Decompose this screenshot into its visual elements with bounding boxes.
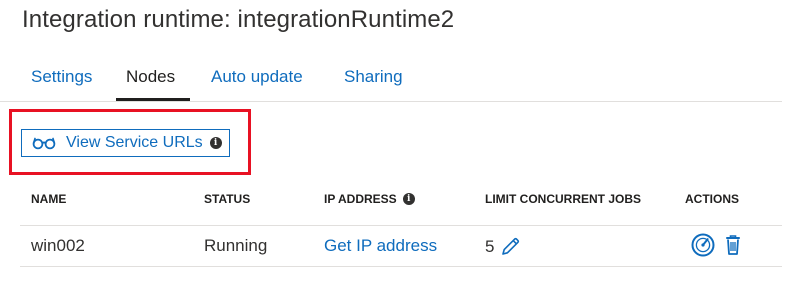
column-header-actions: ACTIONS xyxy=(685,192,739,206)
view-service-urls-button[interactable]: View Service URLs i xyxy=(21,129,230,157)
get-ip-address-link[interactable]: Get IP address xyxy=(324,236,437,256)
tab-settings[interactable]: Settings xyxy=(31,67,92,87)
active-tab-indicator xyxy=(116,98,190,101)
table-header-divider xyxy=(20,225,782,226)
ip-address-info-icon[interactable]: i xyxy=(402,193,415,205)
node-status: Running xyxy=(204,236,268,255)
tab-nodes[interactable]: Nodes xyxy=(126,67,175,87)
glasses-icon xyxy=(32,136,56,150)
table-row-divider xyxy=(20,266,782,267)
trash-icon[interactable] xyxy=(720,232,746,258)
tab-auto-update[interactable]: Auto update xyxy=(211,67,303,87)
limit-concurrent-jobs-value: 5 xyxy=(485,237,495,256)
column-header-status: STATUS xyxy=(204,192,251,206)
view-service-urls-label: View Service URLs xyxy=(66,134,203,151)
row-actions xyxy=(690,232,746,258)
gauge-icon[interactable] xyxy=(690,232,716,258)
info-icon[interactable]: i xyxy=(209,137,222,149)
tab-bar: Settings Nodes Auto update Sharing xyxy=(0,60,782,102)
column-header-name: NAME xyxy=(31,192,67,206)
tab-sharing[interactable]: Sharing xyxy=(344,67,403,87)
node-name: win002 xyxy=(31,236,85,255)
integration-runtime-page: Integration runtime: integrationRuntime2… xyxy=(0,0,796,300)
limit-concurrent-jobs-cell: 5 xyxy=(485,236,521,258)
column-header-ip-address: IP ADDRESS i xyxy=(324,192,415,206)
page-title: Integration runtime: integrationRuntime2 xyxy=(22,6,455,33)
edit-pencil-icon[interactable] xyxy=(499,236,521,258)
column-header-limit-concurrent-jobs: LIMIT CONCURRENT JOBS xyxy=(485,192,641,206)
